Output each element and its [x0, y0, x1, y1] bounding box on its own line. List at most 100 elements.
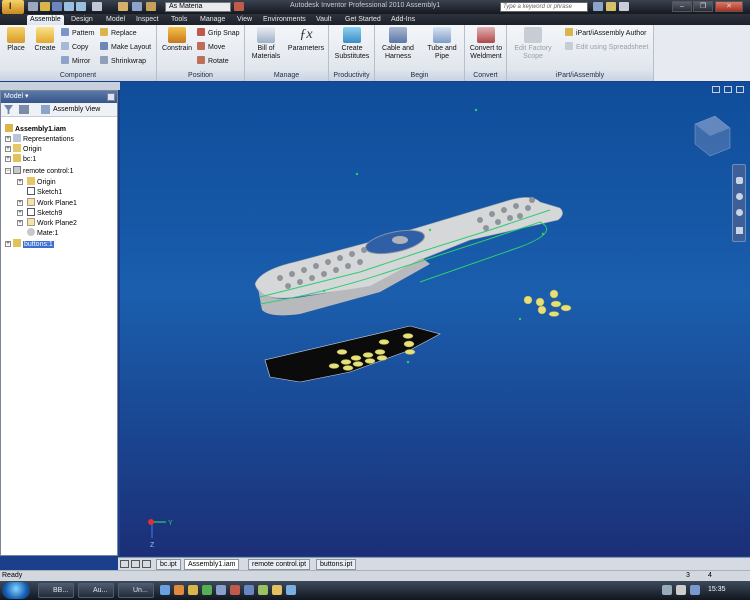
- expand-toggle[interactable]: +: [17, 220, 23, 226]
- copy-button[interactable]: Copy: [61, 42, 88, 52]
- quick-launch-icon[interactable]: [202, 585, 212, 595]
- pattern-button[interactable]: Pattern: [61, 28, 95, 38]
- tree-item-sketch1[interactable]: Sketch1: [27, 187, 62, 197]
- create-button[interactable]: Create: [31, 27, 59, 53]
- tree-item-sketch9[interactable]: Sketch9: [27, 208, 62, 218]
- grip-snap-button[interactable]: Grip Snap: [197, 28, 240, 38]
- tree-item-origin-sub[interactable]: Origin: [27, 177, 56, 187]
- tree-item-remote-control[interactable]: remote control:1: [13, 166, 74, 176]
- zoom-icon[interactable]: [736, 193, 743, 200]
- move-button[interactable]: Move: [197, 42, 225, 52]
- minimize-button[interactable]: –: [672, 1, 692, 12]
- filter-icon[interactable]: [4, 105, 13, 114]
- tile-windows-icon[interactable]: [120, 560, 129, 568]
- new-icon[interactable]: [28, 2, 38, 11]
- quick-launch-icon[interactable]: [244, 585, 254, 595]
- tab-view[interactable]: View: [234, 15, 255, 25]
- shrinkwrap-button[interactable]: Shrinkwrap: [100, 56, 146, 66]
- tree-item-bc[interactable]: bc:1: [13, 154, 36, 164]
- network-icon[interactable]: [662, 585, 672, 595]
- doc-tab-remote-control[interactable]: remote control.ipt: [248, 559, 311, 570]
- window-list-icon[interactable]: [142, 560, 151, 568]
- tab-design[interactable]: Design: [68, 15, 96, 25]
- application-menu-button[interactable]: I: [2, 0, 24, 14]
- tree-item-mate[interactable]: Mate:1: [27, 228, 58, 238]
- quick-launch-icon[interactable]: [286, 585, 296, 595]
- browser-close-icon[interactable]: [107, 93, 115, 101]
- color-override-icon[interactable]: [234, 2, 244, 11]
- replace-button[interactable]: Replace: [100, 28, 137, 38]
- close-button[interactable]: ✕: [715, 1, 743, 12]
- ipart-author-button[interactable]: iPart/iAssembly Author: [565, 28, 646, 38]
- doc-tab-buttons[interactable]: buttons.ipt: [316, 559, 357, 570]
- browser-header[interactable]: Model ▾: [1, 91, 117, 103]
- material-select[interactable]: As Materia: [165, 2, 231, 12]
- tree-item-work-plane1[interactable]: Work Plane1: [27, 198, 77, 208]
- tab-get-started[interactable]: Get Started: [342, 15, 384, 25]
- tray-icon[interactable]: [690, 585, 700, 595]
- expand-toggle[interactable]: +: [5, 136, 11, 142]
- tab-environments[interactable]: Environments: [260, 15, 309, 25]
- quick-launch-icon[interactable]: [258, 585, 268, 595]
- look-at-icon[interactable]: [736, 227, 743, 234]
- save-icon[interactable]: [52, 2, 62, 11]
- tab-manage[interactable]: Manage: [197, 15, 228, 25]
- tab-vault[interactable]: Vault: [313, 15, 334, 25]
- redo-icon[interactable]: [76, 2, 86, 11]
- help-search-input[interactable]: Type a keyword or phrase: [500, 2, 588, 12]
- make-layout-button[interactable]: Make Layout: [100, 42, 151, 52]
- quick-launch-icon[interactable]: [174, 585, 184, 595]
- viewport-restore-icon[interactable]: [724, 86, 732, 93]
- tab-assemble[interactable]: Assemble: [27, 15, 64, 25]
- quick-launch-icon[interactable]: [230, 585, 240, 595]
- tree-item-buttons[interactable]: buttons:1: [13, 239, 54, 249]
- assembly-view-label[interactable]: Assembly View: [53, 105, 100, 115]
- bill-of-materials-button[interactable]: Bill of Materials: [248, 27, 284, 61]
- parameters-button[interactable]: ƒx Parameters: [287, 27, 325, 53]
- update-icon[interactable]: [146, 2, 156, 11]
- expand-toggle[interactable]: +: [17, 179, 23, 185]
- tree-item-assembly[interactable]: Assembly1.iam: [5, 124, 66, 134]
- doc-tab-bc[interactable]: bc.ipt: [156, 559, 181, 570]
- doc-tab-assembly1[interactable]: Assembly1.iam: [184, 559, 240, 570]
- tree-item-work-plane2[interactable]: Work Plane2: [27, 218, 77, 228]
- viewcube[interactable]: [694, 115, 731, 157]
- undo-icon[interactable]: [64, 2, 74, 11]
- project-icon[interactable]: [118, 2, 128, 11]
- cascade-windows-icon[interactable]: [131, 560, 140, 568]
- constrain-button[interactable]: Constrain: [160, 27, 194, 53]
- mirror-button[interactable]: Mirror: [61, 56, 90, 66]
- search-icon[interactable]: [593, 2, 603, 11]
- help-icon[interactable]: [619, 2, 629, 11]
- collapse-toggle[interactable]: −: [5, 168, 11, 174]
- expand-toggle[interactable]: +: [17, 210, 23, 216]
- taskbar-item-autodesk[interactable]: Au...: [78, 583, 114, 598]
- select-icon[interactable]: [132, 2, 142, 11]
- quick-launch-icon[interactable]: [160, 585, 170, 595]
- tube-and-pipe-button[interactable]: Tube and Pipe: [422, 27, 462, 61]
- expand-toggle[interactable]: +: [5, 241, 11, 247]
- tree-item-origin[interactable]: Origin: [13, 144, 42, 154]
- viewport-close-icon[interactable]: [736, 86, 744, 93]
- taskbar-item-browser[interactable]: BB...: [38, 583, 74, 598]
- orbit-icon[interactable]: [736, 209, 743, 216]
- tab-add-ins[interactable]: Add-Ins: [388, 15, 418, 25]
- tab-tools[interactable]: Tools: [168, 15, 190, 25]
- quick-launch-icon[interactable]: [272, 585, 282, 595]
- rotate-button[interactable]: Rotate: [197, 56, 229, 66]
- viewport-restore-icon[interactable]: [712, 86, 720, 93]
- taskbar-item-untitled[interactable]: Un...: [118, 583, 154, 598]
- start-button[interactable]: [2, 582, 30, 599]
- tab-model[interactable]: Model: [103, 15, 128, 25]
- browser-options-icon[interactable]: [19, 105, 29, 114]
- open-icon[interactable]: [40, 2, 50, 11]
- pan-icon[interactable]: [736, 177, 743, 184]
- volume-icon[interactable]: [676, 585, 686, 595]
- create-substitutes-button[interactable]: Create Substitutes: [331, 27, 373, 61]
- tree-item-representations[interactable]: Representations: [13, 134, 74, 144]
- expand-toggle[interactable]: +: [17, 200, 23, 206]
- home-icon[interactable]: [92, 2, 102, 11]
- edit-spreadsheet-button[interactable]: Edit using Spreadsheet: [565, 42, 648, 52]
- place-button[interactable]: Place: [3, 27, 29, 53]
- restore-button[interactable]: ❐: [693, 1, 713, 12]
